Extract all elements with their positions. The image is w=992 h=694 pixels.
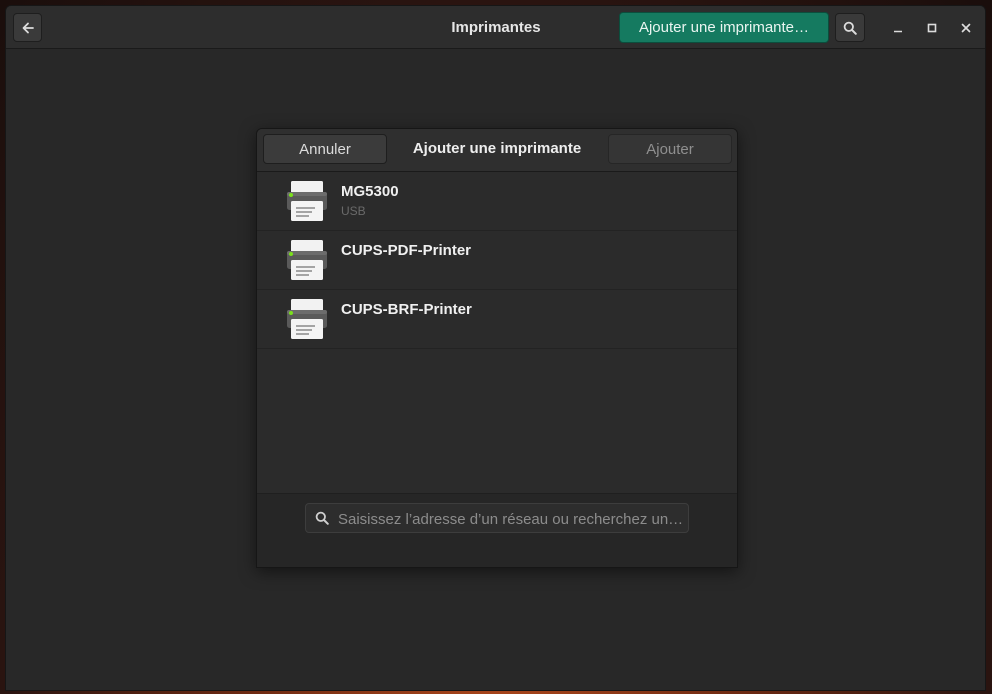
printer-row[interactable]: CUPS-PDF-Printer [257, 231, 737, 290]
close-button[interactable] [954, 16, 978, 40]
dialog-title: Ajouter une imprimante [412, 140, 582, 157]
add-button[interactable]: Ajouter [608, 134, 732, 164]
dialog-header: Annuler Ajouter une imprimante Ajouter [257, 129, 737, 172]
minimize-button[interactable] [886, 16, 910, 40]
network-search-input[interactable] [336, 504, 684, 534]
printer-connection: USB [341, 204, 366, 218]
printer-row[interactable]: MG5300 USB [257, 172, 737, 231]
window-title: Imprimantes [451, 19, 541, 36]
search-icon [315, 511, 329, 525]
back-button[interactable] [13, 13, 42, 42]
printer-icon [287, 181, 327, 221]
maximize-button[interactable] [920, 16, 944, 40]
headerbar: Imprimantes Ajouter une imprimante… [6, 6, 985, 49]
printer-name: MG5300 [341, 183, 399, 200]
printer-icon [287, 240, 327, 280]
maximize-icon [927, 23, 937, 33]
dialog-footer [257, 493, 737, 567]
minimize-icon [894, 30, 902, 33]
search-button[interactable] [835, 13, 865, 42]
printers-window: Imprimantes Ajouter une imprimante… Annu… [5, 5, 986, 691]
close-icon [961, 23, 971, 33]
add-printer-button[interactable]: Ajouter une imprimante… [619, 12, 829, 43]
add-printer-dialog: Annuler Ajouter une imprimante Ajouter M… [256, 128, 738, 568]
arrow-left-icon [22, 22, 34, 33]
printer-row[interactable]: CUPS-BRF-Printer [257, 290, 737, 349]
printer-icon [287, 299, 327, 339]
search-icon [843, 21, 857, 35]
printer-list: MG5300 USB CUPS-PDF-Printer CUPS-BRF-Pri… [257, 172, 737, 493]
printer-name: CUPS-PDF-Printer [341, 242, 472, 259]
cancel-button[interactable]: Annuler [263, 134, 387, 164]
network-search-field[interactable] [305, 503, 689, 534]
printer-name: CUPS-BRF-Printer [341, 301, 472, 318]
